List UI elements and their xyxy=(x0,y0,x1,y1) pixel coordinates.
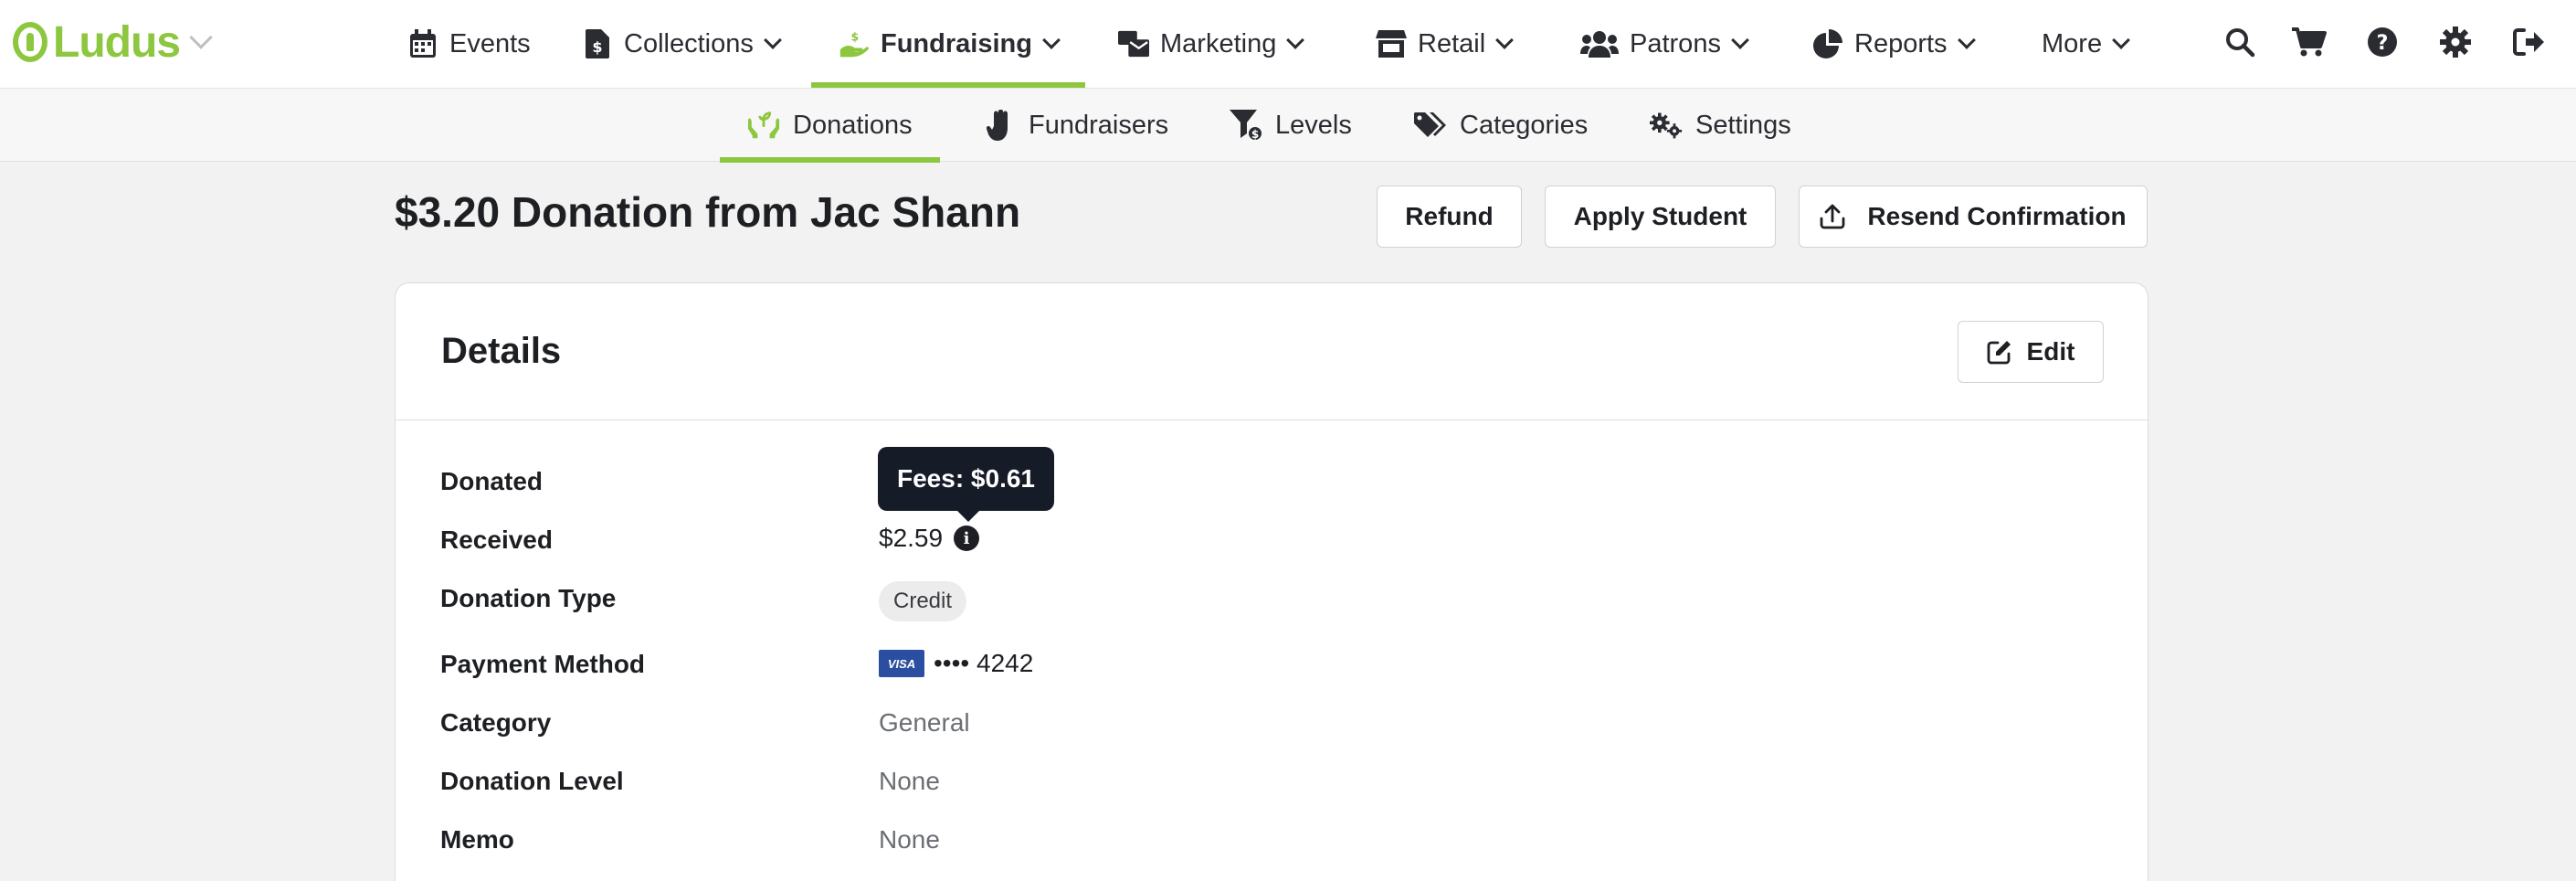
fees-tooltip: Fees: $0.61 xyxy=(878,447,1054,522)
subnav-item-settings[interactable]: Settings xyxy=(1650,89,1791,162)
subnav-item-levels[interactable]: $ Levels xyxy=(1230,89,1352,162)
apply-student-button[interactable]: Apply Student xyxy=(1545,186,1776,248)
nav-item-fundraising[interactable]: $ Fundraising xyxy=(811,0,1085,88)
help-icon[interactable]: ? xyxy=(2364,24,2401,60)
details-card: Details Edit xyxy=(395,282,2148,881)
svg-text:$: $ xyxy=(1251,128,1259,141)
nav-label: Events xyxy=(449,28,531,58)
svg-text:$: $ xyxy=(851,29,860,43)
received-amount: $2.59 xyxy=(879,524,944,552)
sub-navigation: Donations Fundraisers $ Levels Categorie… xyxy=(0,89,2576,163)
nav-item-more[interactable]: More xyxy=(2042,0,2130,88)
logout-icon[interactable] xyxy=(2510,24,2547,60)
subnav-label: Settings xyxy=(1695,110,1791,140)
chevron-down-icon xyxy=(1731,31,1749,49)
mail-bulk-icon xyxy=(1118,28,1149,59)
logo[interactable]: Ludus xyxy=(13,16,213,68)
nav-label: Retail xyxy=(1418,28,1486,58)
nav-label: Patrons xyxy=(1630,28,1721,58)
donation-type-label: Donation Type xyxy=(440,584,617,612)
nav-label: Collections xyxy=(624,28,754,58)
edit-button[interactable]: Edit xyxy=(1958,321,2104,383)
nav-item-retail[interactable]: Retail xyxy=(1376,0,1515,88)
nav-label: More xyxy=(2042,28,2103,58)
received-value: $2.59 i xyxy=(879,524,980,553)
nav-item-reports[interactable]: Reports xyxy=(1812,0,1976,88)
nav-item-marketing[interactable]: Marketing xyxy=(1118,0,1305,88)
category-label: Category xyxy=(440,708,552,737)
donation-type-value: Credit xyxy=(879,581,967,621)
subnav-item-donations[interactable]: Donations xyxy=(720,89,940,163)
users-icon xyxy=(1580,28,1619,59)
chevron-down-icon xyxy=(2112,31,2130,49)
resend-confirmation-button[interactable]: Resend Confirmation xyxy=(1799,186,2148,248)
gear-icon[interactable] xyxy=(2437,24,2474,60)
subnav-label: Categories xyxy=(1460,110,1589,140)
chevron-down-icon xyxy=(1286,31,1305,49)
chart-pie-icon xyxy=(1812,28,1843,59)
subnav-label: Fundraisers xyxy=(1029,110,1169,140)
svg-text:$: $ xyxy=(592,38,602,56)
nav-label: Marketing xyxy=(1160,28,1277,58)
edit-icon xyxy=(1987,339,2012,365)
donated-label: Donated xyxy=(440,467,543,495)
chevron-down-icon xyxy=(189,26,213,49)
nav-label: Fundraising xyxy=(881,28,1032,58)
card-number: •••• 4242 xyxy=(934,649,1034,677)
info-icon[interactable]: i xyxy=(954,525,980,551)
donation-level-label: Donation Level xyxy=(440,767,624,795)
subnav-label: Levels xyxy=(1275,110,1352,140)
page-title: $3.20 Donation from Jac Shann xyxy=(395,188,1021,236)
hand-icon xyxy=(983,109,1016,142)
ludus-logo-icon xyxy=(13,22,48,62)
subnav-item-categories[interactable]: Categories xyxy=(1414,89,1588,162)
nav-item-collections[interactable]: $ Collections xyxy=(582,0,782,88)
svg-text:?: ? xyxy=(2377,32,2389,55)
nav-item-events[interactable]: Events xyxy=(407,0,531,88)
top-navigation: Ludus Events $ Collections $ Fundraising… xyxy=(0,0,2576,89)
chevron-down-icon xyxy=(763,31,782,49)
payment-method-value: VISA •••• 4242 xyxy=(879,649,1033,678)
upload-icon xyxy=(1820,204,1845,229)
chevron-down-icon xyxy=(1957,31,1976,49)
donation-level-value: None xyxy=(879,767,940,795)
hand-holding-dollar-icon: $ xyxy=(839,28,870,59)
chevron-down-icon xyxy=(1495,31,1515,49)
refund-button[interactable]: Refund xyxy=(1377,186,1522,248)
payment-method-label: Payment Method xyxy=(440,650,646,678)
card-title: Details xyxy=(441,331,562,371)
filter-dollar-icon: $ xyxy=(1230,109,1262,142)
calendar-icon xyxy=(407,28,438,59)
cart-icon[interactable] xyxy=(2291,24,2328,60)
cogs-icon xyxy=(1650,109,1683,142)
memo-value: None xyxy=(879,825,940,854)
resend-confirmation-label: Resend Confirmation xyxy=(1867,202,2127,230)
seedling-hands-icon xyxy=(747,109,780,142)
logo-text: Ludus xyxy=(53,17,181,67)
donation-type-badge: Credit xyxy=(879,581,967,621)
subnav-label: Donations xyxy=(793,110,913,140)
tags-icon xyxy=(1414,109,1447,142)
store-icon xyxy=(1376,28,1407,59)
card-header: Details Edit xyxy=(396,283,2148,420)
visa-card-icon: VISA xyxy=(879,650,924,677)
subnav-item-fundraisers[interactable]: Fundraisers xyxy=(983,89,1168,162)
search-icon[interactable] xyxy=(2222,24,2258,60)
memo-label: Memo xyxy=(440,825,514,854)
edit-label: Edit xyxy=(2026,337,2075,366)
file-dollar-icon: $ xyxy=(582,28,613,59)
nav-item-patrons[interactable]: Patrons xyxy=(1580,0,1749,88)
received-label: Received xyxy=(440,525,553,554)
chevron-down-icon xyxy=(1042,31,1061,49)
category-value: General xyxy=(879,708,970,737)
nav-label: Reports xyxy=(1854,28,1948,58)
